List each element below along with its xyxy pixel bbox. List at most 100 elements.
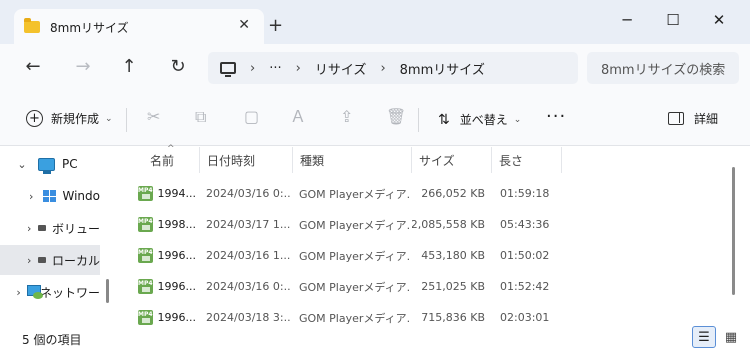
file-length: 01:50:02 [500,249,550,262]
details-pane-icon [668,112,684,125]
new-tab-button[interactable]: + [268,17,283,35]
sort-button[interactable]: ⇅ 並べ替え ⌄ [438,111,521,128]
chevron-right-icon[interactable]: › [26,254,32,267]
file-size: 453,180 KB [421,249,485,262]
refresh-button[interactable]: ↻ [166,58,190,76]
file-size: 266,052 KB [421,187,485,200]
file-row[interactable]: MP4 1996... 2024/03/16 0:... GOM Playerメ… [116,271,736,302]
breadcrumb-separator: › [380,60,386,76]
breadcrumb-resize[interactable]: リサイズ [315,59,367,78]
sort-label: 並べ替え [459,113,508,127]
paste-icon[interactable]: ▢ [244,109,259,125]
file-name: MP4 1994... [138,178,196,209]
sidebar-item-network[interactable]: › ネットワー [0,277,100,307]
column-header-label: 長さ [499,153,524,168]
column-header-type[interactable]: 種類 [293,147,412,173]
title-bar: 8mmリサイズ ✕ + ─ ☐ ✕ [0,0,750,45]
command-bar: + 新規作成 ⌄ ✂ ⧉ ▢ Ａ ⇪ 🗑 ⇅ 並べ替え ⌄ ··· 詳細 [0,96,750,146]
file-type: GOM Playerメディア... [299,249,409,263]
sidebar-item-windows[interactable]: › Windo [0,181,100,211]
file-length: 05:43:36 [500,218,550,231]
column-header-name[interactable]: ^ 名前 [143,144,200,173]
mp4-file-icon: MP4 [138,186,153,201]
divider [126,108,127,132]
tab-title: 8mmリサイズ [50,20,129,35]
file-length: 01:59:18 [500,187,550,200]
sort-ascending-icon: ^ [167,144,175,154]
maximize-button[interactable]: ☐ [650,0,696,40]
mp4-file-icon: MP4 [138,217,153,232]
file-row[interactable]: MP4 1996... 2024/03/16 1... GOM Playerメデ… [116,240,736,271]
sidebar-item-local-disk[interactable]: › ローカル [0,245,100,275]
column-header-date[interactable]: 日付時刻 [200,147,293,173]
drive-icon [38,225,46,231]
folder-icon [24,18,40,33]
more-options-button[interactable]: ··· [546,106,566,127]
file-name-text: 1994... [157,187,196,200]
file-row[interactable]: MP4 1998... 2024/03/17 1... GOM Playerメデ… [116,209,736,240]
breadcrumb-ellipsis[interactable]: ··· [269,61,281,76]
details-view-icon[interactable]: ☰ [692,326,716,348]
content-area: ⌄ PC › Windo › ボリュー › ローカル › ネットワー ^ 名前 [0,144,750,325]
details-pane-button[interactable]: 詳細 [668,110,718,127]
chevron-right-icon[interactable]: › [26,222,32,235]
column-header-label: 種類 [300,153,325,168]
chevron-right-icon[interactable]: › [26,190,36,203]
file-list: ^ 名前 日付時刻 種類 サイズ 長さ MP4 1994... 2024/03/… [116,144,736,325]
file-type: GOM Playerメディア... [299,218,409,232]
tab-8mm-resize[interactable]: 8mmリサイズ ✕ [14,9,264,45]
sidebar-item-volume[interactable]: › ボリュー [0,213,100,243]
chevron-down-icon: ⌄ [513,114,522,125]
tab-close-icon[interactable]: ✕ [238,17,250,33]
file-date: 2024/03/17 1... [206,218,290,231]
chevron-down-icon: ⌄ [105,113,113,124]
file-list-scrollbar[interactable] [732,167,735,295]
file-date: 2024/03/16 0:... [206,280,290,293]
file-name-text: 1996... [157,249,196,262]
file-type: GOM Playerメディア... [299,280,409,294]
column-header-label: 日付時刻 [207,153,256,168]
file-name: MP4 1998... [138,209,196,240]
up-button[interactable]: ↑ [117,58,141,76]
divider [418,108,419,132]
address-row: ← → ↑ ↻ › ··· › リサイズ › 8mmリサイズ 8mmリサイズの検… [0,44,750,96]
new-label: 新規作成 [51,112,100,126]
network-icon [27,285,43,299]
sidebar-item-label: ネットワー [39,285,100,300]
column-header-size[interactable]: サイズ [412,147,492,173]
search-input[interactable]: 8mmリサイズの検索 [587,52,739,84]
file-size: 251,025 KB [421,280,485,293]
minimize-button[interactable]: ─ [604,0,650,40]
pc-icon [38,157,55,174]
breadcrumb-8mm-resize[interactable]: 8mmリサイズ [400,59,485,78]
delete-icon[interactable]: 🗑 [386,109,406,125]
cut-icon[interactable]: ✂ [147,109,160,125]
sidebar-item-label: PC [62,157,78,171]
forward-button[interactable]: → [71,58,95,76]
windows-drive-icon [43,190,56,202]
file-name-text: 1996... [157,280,196,293]
chevron-down-icon[interactable]: ⌄ [16,158,28,171]
file-row[interactable]: MP4 1994... 2024/03/16 0:... GOM Playerメ… [116,178,736,209]
sidebar-scrollbar[interactable] [106,279,109,303]
close-button[interactable]: ✕ [696,0,742,40]
column-header-label: 名前 [150,153,175,168]
file-name-text: 1996... [157,311,196,324]
tiles-view-icon[interactable]: ▦ [722,328,740,346]
chevron-right-icon[interactable]: › [16,286,21,299]
sidebar-item-pc[interactable]: ⌄ PC [0,149,100,179]
column-header-length[interactable]: 長さ [492,147,562,173]
mp4-file-icon: MP4 [138,248,153,263]
file-date: 2024/03/16 1... [206,249,290,262]
new-button[interactable]: + 新規作成 ⌄ [26,110,113,127]
copy-icon[interactable]: ⧉ [195,109,206,125]
breadcrumb-separator: › [295,60,301,76]
rename-icon[interactable]: Ａ [290,109,306,125]
file-name: MP4 1996... [138,240,196,271]
sidebar-item-label: ローカル [51,253,100,268]
column-header-label: サイズ [419,153,455,168]
share-icon[interactable]: ⇪ [340,109,353,125]
address-bar[interactable]: › ··· › リサイズ › 8mmリサイズ [208,52,578,84]
mp4-file-icon: MP4 [138,279,153,294]
back-button[interactable]: ← [21,58,45,76]
